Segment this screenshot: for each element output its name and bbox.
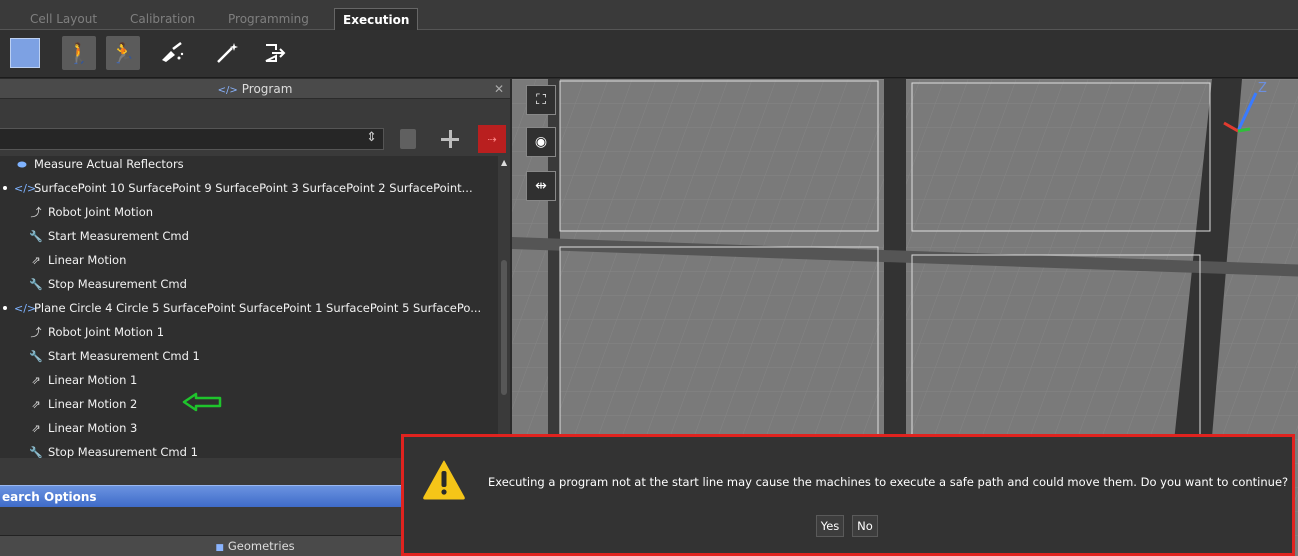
tree-item-stop-measurement-cmd[interactable]: 🔧 Stop Measurement Cmd bbox=[28, 272, 187, 296]
warning-icon bbox=[423, 460, 465, 500]
green-arrow-icon bbox=[182, 392, 222, 412]
trash-icon bbox=[400, 129, 416, 149]
add-button[interactable] bbox=[436, 125, 464, 153]
tree-item-linear-motion[interactable]: ⇗ Linear Motion bbox=[28, 248, 126, 272]
yes-button[interactable]: Yes bbox=[816, 515, 844, 537]
wand-icon[interactable] bbox=[210, 36, 244, 70]
code-icon: </> bbox=[217, 85, 238, 96]
tab-cell-layout[interactable]: Cell Layout bbox=[12, 8, 115, 30]
measurement-cmd-icon: 🔧 bbox=[29, 278, 43, 291]
tab-calibration[interactable]: Calibration bbox=[112, 8, 213, 30]
set-start-button[interactable]: ⇢ bbox=[478, 125, 506, 153]
axis-triad-icon bbox=[1223, 92, 1258, 133]
stop-square-icon[interactable] bbox=[10, 38, 40, 68]
program-combo[interactable]: ⇕ bbox=[0, 128, 384, 150]
reflector-icon: ⬬ bbox=[17, 158, 27, 171]
measurement-cmd-icon: 🔧 bbox=[29, 230, 43, 243]
program-tree: ⬬ Measure Actual Reflectors </>SurfacePoi… bbox=[0, 156, 498, 458]
tab-bar: Cell Layout Calibration Programming Exec… bbox=[0, 0, 1298, 30]
joint-motion-icon: ⤴ bbox=[30, 206, 42, 219]
panel-title: Program bbox=[241, 82, 293, 96]
run-icon[interactable]: 🏃 bbox=[106, 36, 140, 70]
program-panel-header: </> Program ✕ bbox=[0, 79, 510, 99]
tree-item-linear-motion-1[interactable]: ⇗ Linear Motion 1 bbox=[28, 368, 137, 392]
tab-programming[interactable]: Programming bbox=[210, 8, 327, 30]
code-icon: </> bbox=[14, 302, 37, 315]
exit-icon[interactable] bbox=[258, 36, 292, 70]
tree-item-robot-joint-motion[interactable]: ⤴ Robot Joint Motion bbox=[28, 200, 154, 224]
axis-z-label: Z bbox=[1258, 81, 1267, 96]
linear-motion-icon: ⇗ bbox=[31, 254, 41, 267]
tree-item-linear-motion-3[interactable]: ⇗ Linear Motion 3 bbox=[28, 416, 137, 440]
camera-icon[interactable]: ◉ bbox=[526, 127, 556, 157]
tree-item-surfacepoint-group[interactable]: </>SurfacePoint 10 SurfacePoint 9 Surfac… bbox=[0, 176, 473, 200]
spinner-arrows-icon: ⇕ bbox=[366, 130, 377, 145]
tree-item-measure-actual-reflectors[interactable]: ⬬ Measure Actual Reflectors bbox=[14, 156, 183, 176]
linear-motion-icon: ⇗ bbox=[31, 398, 41, 411]
split-view-icon[interactable]: ⇹ bbox=[526, 171, 556, 201]
dialog-message: Executing a program not at the start lin… bbox=[488, 475, 1289, 489]
linear-motion-icon: ⇗ bbox=[31, 422, 41, 435]
delete-button[interactable] bbox=[394, 125, 422, 153]
tree-item-robot-joint-motion-1[interactable]: ⤴ Robot Joint Motion 1 bbox=[28, 320, 165, 344]
tree-item-stop-measurement-cmd-1[interactable]: 🔧 Stop Measurement Cmd 1 bbox=[28, 440, 198, 458]
tree-item-linear-motion-2[interactable]: ⇗ Linear Motion 2 bbox=[28, 392, 137, 416]
code-icon: </> bbox=[14, 182, 37, 195]
scroll-thumb[interactable] bbox=[501, 260, 507, 395]
measurement-cmd-icon: 🔧 bbox=[29, 446, 43, 458]
scroll-up-icon[interactable]: ▲ bbox=[501, 158, 507, 167]
walk-icon[interactable]: 🚶 bbox=[62, 36, 96, 70]
tree-item-start-measurement-cmd-1[interactable]: 🔧 Start Measurement Cmd 1 bbox=[28, 344, 200, 368]
measurement-cmd-icon: 🔧 bbox=[29, 350, 43, 363]
geometries-icon: ■ bbox=[215, 543, 224, 553]
warning-dialog: Executing a program not at the start lin… bbox=[401, 434, 1295, 556]
tree-item-plane-circle-group[interactable]: </>Plane Circle 4 Circle 5 SurfacePoint … bbox=[0, 296, 481, 320]
no-button[interactable]: No bbox=[852, 515, 878, 537]
linear-motion-icon: ⇗ bbox=[31, 374, 41, 387]
sweep-icon[interactable] bbox=[155, 36, 189, 70]
program-selector-row: ⇕ ⇢ bbox=[0, 123, 510, 153]
toolbar: 🚶 🏃 bbox=[0, 30, 1298, 78]
tree-item-start-measurement-cmd[interactable]: 🔧 Start Measurement Cmd bbox=[28, 224, 189, 248]
close-icon[interactable]: ✕ bbox=[494, 79, 504, 99]
fit-view-icon[interactable]: ⛶ bbox=[526, 85, 556, 115]
joint-motion-icon: ⤴ bbox=[30, 326, 42, 339]
tree-scrollbar[interactable]: ▲ bbox=[498, 156, 510, 458]
tab-execution[interactable]: Execution bbox=[334, 8, 419, 30]
